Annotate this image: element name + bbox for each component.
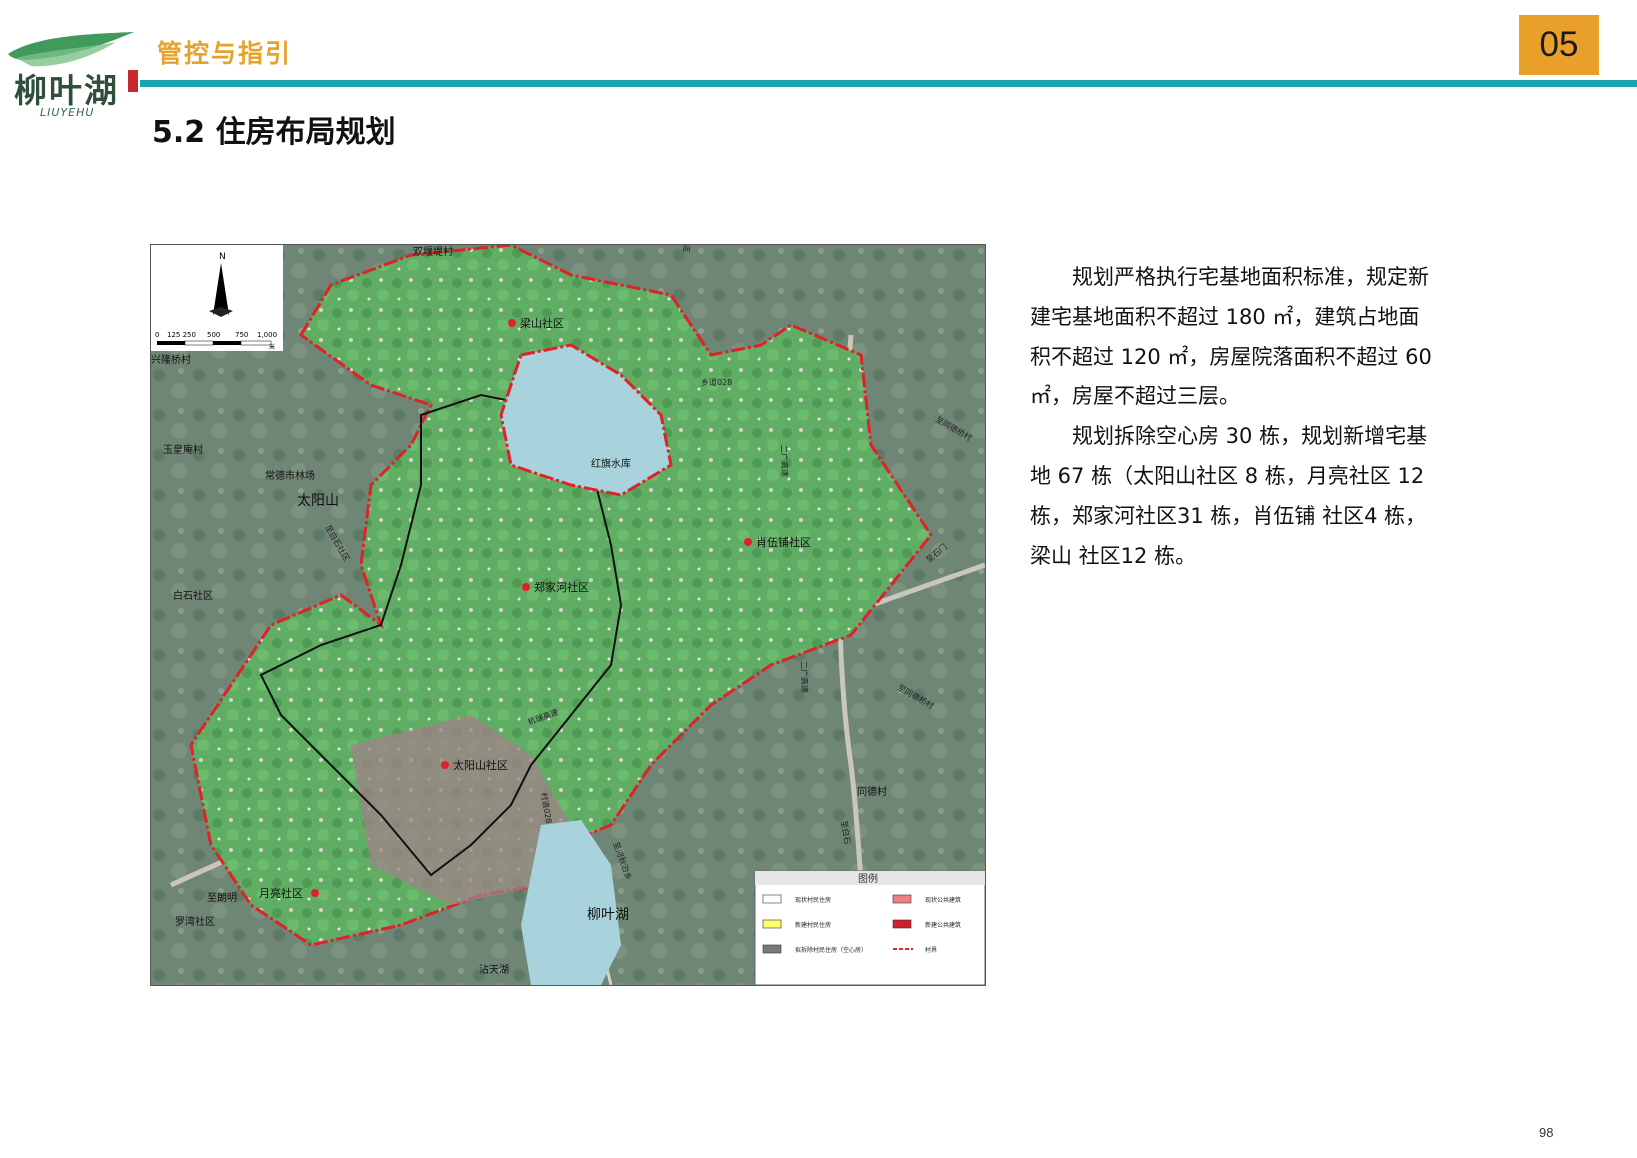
header-divider xyxy=(140,80,1637,87)
community-marker-icon xyxy=(744,538,752,546)
place-label: 兴隆桥村 xyxy=(151,353,191,366)
housing-layout-map: N 0 125 250 500 750 1,000 米 梁山社区 肖伍铺社区 郑… xyxy=(150,244,986,986)
body-text: 规划严格执行宅基地面积标准，规定新建宅基地面积不超过 180 ㎡，建筑占地面积不… xyxy=(1030,258,1440,576)
community-label: 郑家河社区 xyxy=(534,580,589,594)
legend-label: 新建公共建筑 xyxy=(925,921,961,929)
map-legend: 图例 现状村民住房 现状公共建筑 新建村民住房 新建公共建筑 拟拆除村民住房（空… xyxy=(754,870,985,985)
place-label: 同德村 xyxy=(857,785,887,798)
logo-seal-icon xyxy=(128,70,138,92)
body-paragraph: 规划严格执行宅基地面积标准，规定新建宅基地面积不超过 180 ㎡，建筑占地面积不… xyxy=(1030,265,1432,409)
page-number: 98 xyxy=(1539,1125,1554,1140)
place-label: 柳叶湖 xyxy=(587,906,629,923)
body-paragraph: 规划拆除空心房 30 栋，规划新增宅基地 67 栋（太阳山社区 8 栋，月亮社区… xyxy=(1030,424,1428,568)
place-label: 白石社区 xyxy=(173,589,213,602)
legend-swatch xyxy=(762,894,782,904)
legend-swatch xyxy=(892,894,912,904)
legend-label: 拟拆除村民住房（空心房） xyxy=(795,946,867,954)
logo-subtext: LIUYEHU xyxy=(40,106,95,119)
place-label: 玉皇庵村 xyxy=(163,443,203,456)
legend-label: 新建村民住房 xyxy=(795,921,831,929)
community-marker-icon xyxy=(522,583,530,591)
svg-text:1,000: 1,000 xyxy=(257,331,277,339)
community-label: 肖伍铺社区 xyxy=(756,535,811,549)
page-heading: 5.2 住房布局规划 xyxy=(152,115,396,150)
svg-text:N: N xyxy=(219,252,226,262)
legend-label: 现状村民住房 xyxy=(795,896,831,904)
community-label: 梁山社区 xyxy=(520,316,564,330)
place-label: 沾天湖 xyxy=(479,963,509,976)
legend-swatch xyxy=(892,919,912,929)
legend-swatch xyxy=(762,919,782,929)
community-label: 太阳山社区 xyxy=(453,758,508,772)
svg-text:125 250: 125 250 xyxy=(167,331,196,339)
road-label: 二广高速 xyxy=(799,661,810,693)
north-arrow-scale-box: N 0 125 250 500 750 1,000 米 xyxy=(151,245,283,351)
svg-text:米: 米 xyxy=(269,343,275,351)
place-label: 双堰堤村 xyxy=(413,245,453,258)
svg-text:500: 500 xyxy=(207,331,220,339)
logo-wordmark: 柳叶湖 xyxy=(14,71,119,110)
place-label: 红旗水库 xyxy=(591,457,631,470)
svg-text:750: 750 xyxy=(235,331,248,339)
road-label: 二广高速 xyxy=(779,445,790,477)
legend-label: 村界 xyxy=(925,946,937,954)
community-marker-icon xyxy=(508,319,516,327)
road-label: 乡道028 xyxy=(701,377,732,387)
legend-label: 现状公共建筑 xyxy=(925,896,961,904)
svg-text:0: 0 xyxy=(155,331,159,339)
chapter-badge: 05 xyxy=(1519,15,1599,75)
place-label: 太阳山 xyxy=(297,493,339,509)
place-label: 罗湾社区 xyxy=(175,915,215,928)
legend-title: 图例 xyxy=(858,872,878,885)
section-title: 管控与指引 xyxy=(157,39,293,68)
place-label: 常德市林场 xyxy=(265,469,315,482)
place-label: 至朗明 xyxy=(207,892,237,904)
community-label: 月亮社区 xyxy=(259,886,303,900)
community-marker-icon xyxy=(311,889,319,897)
community-marker-icon xyxy=(441,761,449,769)
legend-swatch xyxy=(762,944,782,954)
